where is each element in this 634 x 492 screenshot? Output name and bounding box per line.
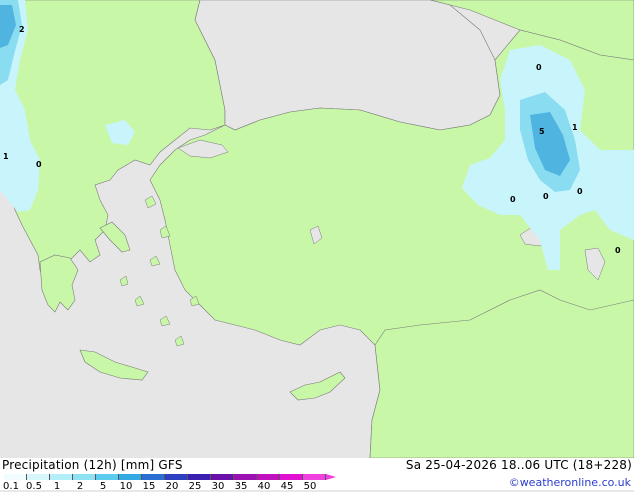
scale-tick-label: 2 (76, 481, 84, 492)
scale-tick-label: 20 (165, 481, 179, 492)
contour-label: 0 (536, 63, 542, 72)
scale-tick-label: 50 (303, 481, 317, 492)
contour-label: 5 (539, 127, 545, 136)
scale-color-segment (27, 474, 50, 480)
contour-label: 0 (36, 160, 42, 169)
scale-tick-label: 15 (142, 481, 156, 492)
scale-tick-label: 5 (99, 481, 107, 492)
scale-tick-label: 0.5 (26, 481, 42, 492)
scale-tick-label: 10 (119, 481, 133, 492)
contour-label: 1 (3, 152, 9, 161)
scale-color-segment (142, 474, 165, 480)
scale-tick-label: 35 (234, 481, 248, 492)
scale-tick-label: 1 (53, 481, 61, 492)
contour-label: 0 (577, 187, 583, 196)
scale-color-segment (303, 474, 326, 480)
scale-color-segment (257, 474, 280, 480)
contour-label: 0 (543, 192, 549, 201)
scale-color-segment (234, 474, 257, 480)
color-scale-legend: 0.1 0.5 1 2 5 10 15 20 25 30 35 40 45 50 (0, 472, 340, 492)
scale-arrow-tip (326, 474, 336, 480)
scale-color-segment (280, 474, 303, 480)
scale-color-segment (188, 474, 211, 480)
footer: Precipitation (12h) [mm] GFS Sa 25-04-20… (0, 458, 634, 492)
scale-tick-label: 45 (280, 481, 294, 492)
scale-tick-label: 0.1 (3, 481, 19, 492)
scale-color-segment (4, 474, 27, 480)
scale-color-segment (73, 474, 96, 480)
map-title: Precipitation (12h) [mm] GFS (2, 458, 183, 472)
scale-tick-label: 40 (257, 481, 271, 492)
scale-color-segment (119, 474, 142, 480)
contour-label: 1 (572, 123, 578, 132)
contour-label: 0 (510, 195, 516, 204)
contour-label: 0 (615, 246, 621, 255)
credit-link[interactable]: ©weatheronline.co.uk (509, 476, 631, 489)
scale-color-segment (165, 474, 188, 480)
scale-tick-label: 30 (211, 481, 225, 492)
scale-color-segment (96, 474, 119, 480)
scale-color-segment (211, 474, 234, 480)
scale-color-segment (50, 474, 73, 480)
contour-label: 2 (19, 25, 25, 34)
scale-tick-label: 25 (188, 481, 202, 492)
forecast-datetime: Sa 25-04-2026 18..06 UTC (18+228) (405, 458, 632, 472)
